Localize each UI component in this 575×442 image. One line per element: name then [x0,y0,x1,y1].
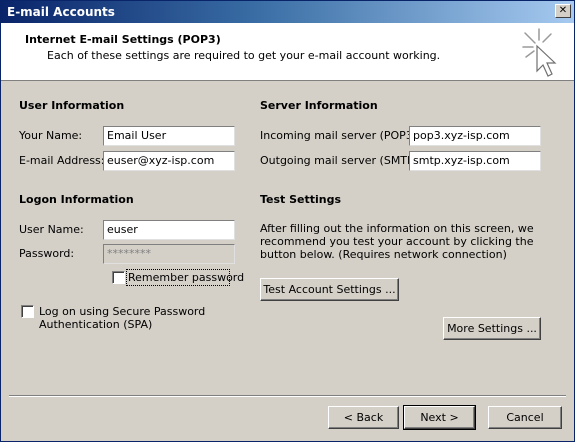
cursor-sparkle-icon [522,28,557,77]
header-subtitle: Each of these settings are required to g… [47,49,441,62]
title-bar[interactable]: E-mail Accounts ✕ [1,1,574,23]
server-info-title: Server Information [260,99,378,112]
cancel-button[interactable]: Cancel [488,406,562,429]
more-settings-button[interactable]: More Settings ... [443,317,541,340]
footer-divider [9,395,566,397]
remember-password-label[interactable]: Remember password [128,271,244,284]
password-field[interactable]: ******** [103,244,235,264]
user-info-title: User Information [19,99,125,112]
test-settings-title: Test Settings [260,193,342,206]
next-button[interactable]: Next > [403,405,476,430]
spa-label-line2[interactable]: Authentication (SPA) [39,318,152,331]
outgoing-server-field[interactable]: smtp.xyz-isp.com [409,151,541,171]
back-button[interactable]: < Back [328,406,399,429]
spa-checkbox[interactable] [21,305,34,318]
test-description-line2: recommend you test your account by click… [260,235,534,248]
spa-label-line1[interactable]: Log on using Secure Password [39,305,205,318]
dialog-header: Internet E-mail Settings (POP3) Each of … [1,23,574,81]
logon-info-title: Logon Information [19,193,134,206]
your-name-field[interactable]: Email User [103,126,235,146]
close-button[interactable]: ✕ [555,4,571,18]
header-title: Internet E-mail Settings (POP3) [25,33,221,46]
email-address-label: E-mail Address: [19,154,105,167]
incoming-server-field[interactable]: pop3.xyz-isp.com [409,126,541,146]
email-address-field[interactable]: euser@xyz-isp.com [103,151,235,171]
incoming-server-label: Incoming mail server (POP3): [260,129,421,142]
password-label: Password: [19,247,75,260]
user-name-label: User Name: [19,223,84,236]
test-description-line1: After filling out the information on thi… [260,222,534,235]
window-title: E-mail Accounts [7,5,115,19]
email-accounts-dialog: E-mail Accounts ✕ Internet E-mail Settin… [0,0,575,442]
test-account-settings-button[interactable]: Test Account Settings ... [260,278,399,301]
your-name-label: Your Name: [19,129,83,142]
test-description-line3: button below. (Requires network connecti… [260,248,507,261]
outgoing-server-label: Outgoing mail server (SMTP): [260,154,422,167]
user-name-field[interactable]: euser [103,220,235,240]
remember-password-checkbox[interactable] [112,271,125,284]
